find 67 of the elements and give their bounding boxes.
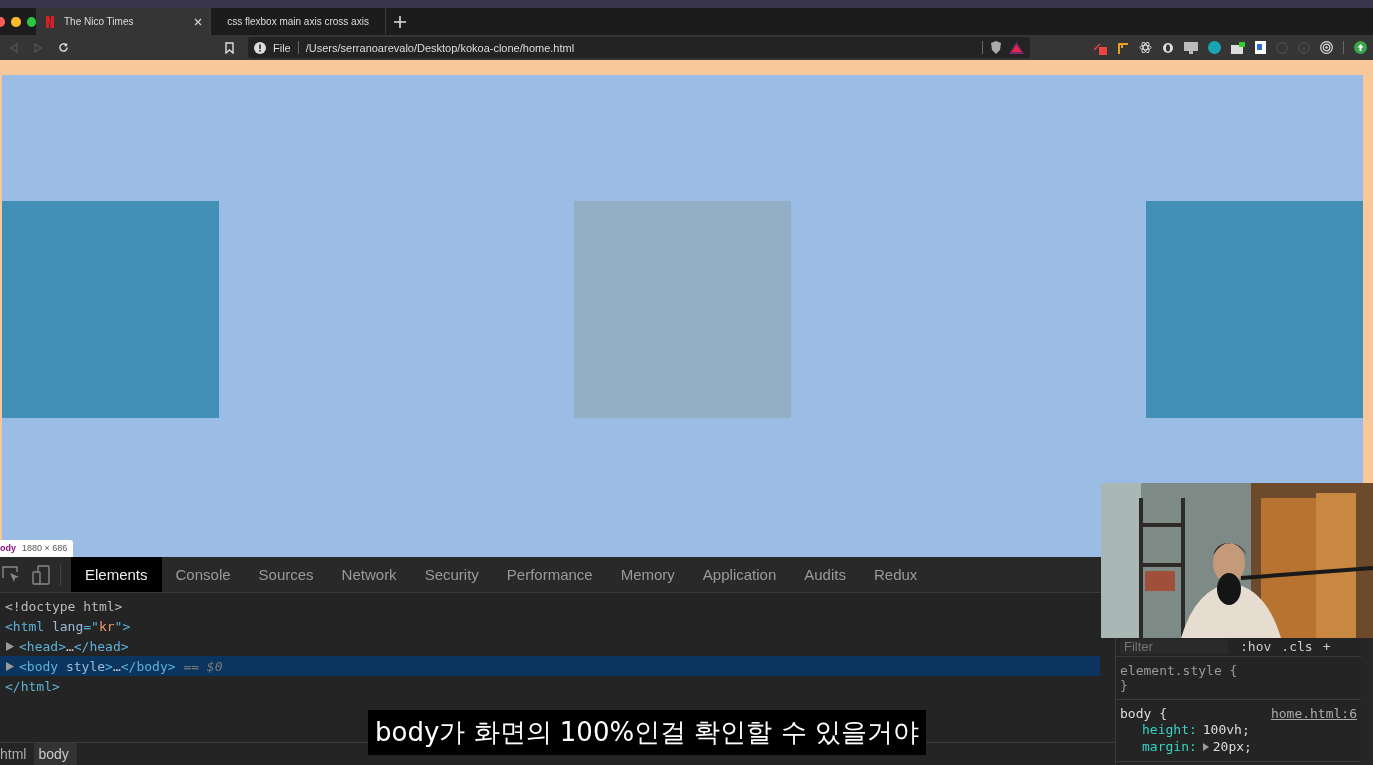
toolbar-button[interactable]: :hov [1240,638,1272,654]
target-icon[interactable] [1320,41,1333,54]
dom-node-code: <head>…</head> [19,638,129,654]
css-selector: body { [1120,706,1167,721]
tree-row[interactable]: <html lang="kr"> [0,616,1100,636]
css-selector: element.style { [1120,663,1238,678]
address-bar[interactable]: File /Users/serranoarevalo/Desktop/kokoa-clone/home.html [248,37,1030,58]
devtools-tab[interactable]: Memory [606,557,689,592]
circle-icon[interactable] [1208,41,1221,54]
closing-brace: } [1120,678,1129,693]
pen-icon[interactable] [1093,40,1107,55]
close-icon[interactable] [194,17,202,26]
scheme-label: File [273,41,291,54]
breadcrumb[interactable]: html [0,743,35,765]
devtools-tab[interactable]: Application [688,557,791,592]
size-label: 1880 × 686 [22,543,68,553]
devtools-tab[interactable]: Redux [859,557,932,592]
tag-name: ody [0,543,16,553]
inspect-icon[interactable] [2,565,20,584]
browser-tab[interactable]: The Nico Times [36,8,211,35]
shield-icon[interactable] [990,41,1002,54]
tree-row[interactable]: </html> [0,676,1100,696]
tree-row[interactable]: <head>…</head> [0,636,1100,656]
property-value: 100vh; [1202,722,1250,737]
device-icon[interactable] [32,564,50,585]
bookmark-icon[interactable] [225,41,234,54]
triangle-icon[interactable] [1009,41,1024,54]
toolbar-button[interactable]: .cls [1281,638,1313,654]
property-name: height: [1142,722,1197,737]
devtools-tab[interactable]: Audits [790,557,860,592]
source-link[interactable]: home.html:6 [1270,706,1357,721]
devtools-tab[interactable]: Performance [492,557,607,592]
dom-node-code: </html> [5,678,60,694]
document-icon[interactable] [1255,41,1266,54]
caret-right-icon[interactable] [5,641,14,651]
devtools-tab[interactable]: Elements [71,557,162,592]
dom-node-code: <body style>…</body> == $0 [19,658,223,674]
flag-icon[interactable] [1117,41,1129,54]
subtitle-caption: body가 화면의 100%인걸 확인할 수 있을거야 [368,710,926,755]
tree-row[interactable]: <!doctype html> [0,596,1100,616]
reload-icon[interactable] [58,42,69,53]
maximize-button[interactable] [26,16,36,27]
dom-node-code: <!doctype html> [5,598,123,614]
tab-title: The Nico Times [64,16,135,27]
logo-icon [44,15,56,28]
devtools-tab[interactable]: Sources [244,557,328,592]
dom-node-code: <html lang="kr"> [5,618,131,634]
url-text: /Users/serranoarevalo/Desktop/kokoa-clone/home.html [305,41,575,54]
breadcrumb[interactable]: body [34,743,77,765]
update-icon[interactable] [1354,41,1367,54]
atom-icon[interactable] [1139,41,1152,54]
cards-icon[interactable] [1231,41,1245,54]
property-value: 20px; [1212,739,1252,754]
caret-right-icon[interactable] [1202,742,1209,751]
devtools-tab[interactable]: Network [327,557,411,592]
property-name: margin: [1142,739,1197,754]
devtools-tab[interactable]: Security [410,557,493,592]
caret-right-icon[interactable] [5,661,14,671]
info-icon[interactable] [254,41,266,54]
ring-icon[interactable] [1162,41,1174,54]
minimize-button[interactable] [11,16,21,27]
toolbar-button[interactable]: + [1322,638,1331,654]
devtools-tab[interactable]: Console [161,557,245,592]
tree-row[interactable]: <body style>…</body> == $0 [0,656,1100,676]
monitor-icon[interactable] [1184,41,1198,54]
close-button[interactable] [0,16,6,27]
tab-title: css flexbox main axis cross axis [227,16,369,27]
